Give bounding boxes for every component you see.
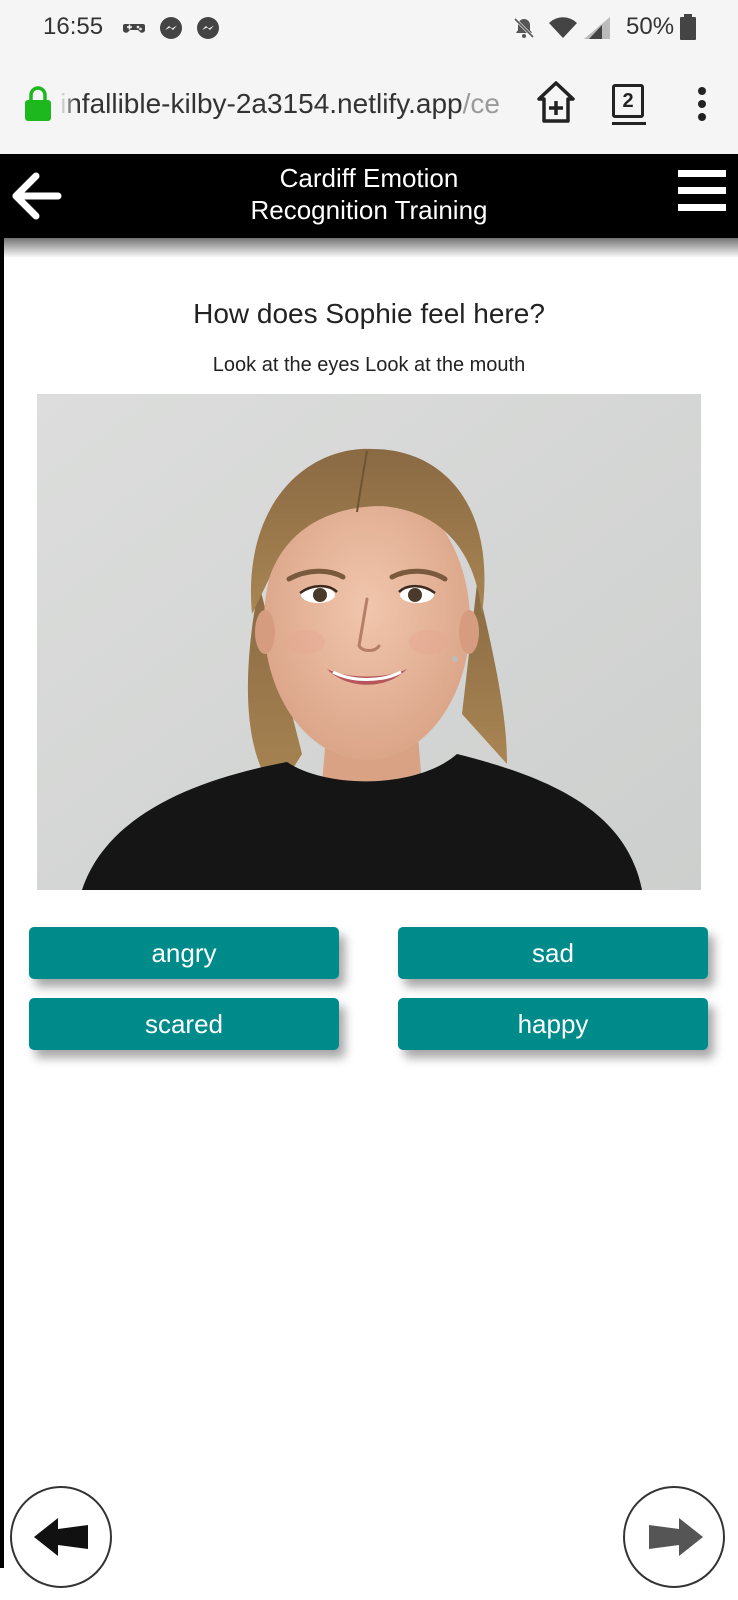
more-vert-icon[interactable] — [690, 86, 714, 122]
question-hint: Look at the eyes Look at the mouth — [212, 354, 526, 376]
tab-switcher-button[interactable]: 2 — [612, 84, 644, 118]
url-domain: infallible-kilby-2a3154.netlify.app — [60, 88, 463, 119]
browser-toolbar: infallible-kilby-2a3154.netlify.app/ce 2 — [0, 56, 738, 154]
face-photo — [37, 394, 701, 890]
app-title-line1: Cardiff Emotion — [279, 163, 459, 193]
status-time: 16:55 — [43, 13, 104, 40]
answer-sad-button[interactable]: sad — [398, 927, 708, 979]
app-title: Cardiff Emotion Recognition Training — [180, 162, 558, 226]
wifi-icon — [549, 17, 577, 38]
messenger-icon — [197, 17, 219, 39]
page-left-border — [0, 238, 4, 1568]
back-arrow-icon[interactable] — [10, 170, 62, 222]
previous-button[interactable] — [10, 1486, 112, 1588]
tab-switcher-underline — [612, 122, 646, 125]
hamburger-menu-icon[interactable] — [678, 168, 726, 214]
messenger-icon — [160, 17, 182, 39]
answer-scared-button[interactable]: scared — [29, 998, 339, 1050]
battery-percent: 50% — [626, 13, 675, 40]
battery-icon — [680, 14, 696, 40]
bell-off-icon — [513, 17, 535, 39]
url-bar[interactable]: infallible-kilby-2a3154.netlify.app/ce — [60, 88, 520, 122]
answer-happy-button[interactable]: happy — [398, 998, 708, 1050]
answer-angry-button[interactable]: angry — [29, 927, 339, 979]
url-path: /ce — [462, 88, 500, 119]
signal-icon — [584, 17, 610, 39]
gamepad-icon — [123, 24, 145, 33]
header-shadow — [0, 238, 738, 258]
status-bar: 16:55 50% — [0, 0, 738, 56]
next-button[interactable] — [623, 1486, 725, 1588]
add-to-home-icon[interactable] — [536, 80, 576, 124]
app-title-line2: Recognition Training — [250, 195, 488, 225]
question-title: How does Sophie feel here? — [193, 298, 545, 329]
next-arrow-icon — [649, 1518, 703, 1556]
url-fade — [60, 88, 76, 122]
app-header: Cardiff Emotion Recognition Training — [0, 154, 738, 238]
lock-icon[interactable] — [24, 86, 52, 122]
previous-arrow-icon — [34, 1518, 88, 1556]
